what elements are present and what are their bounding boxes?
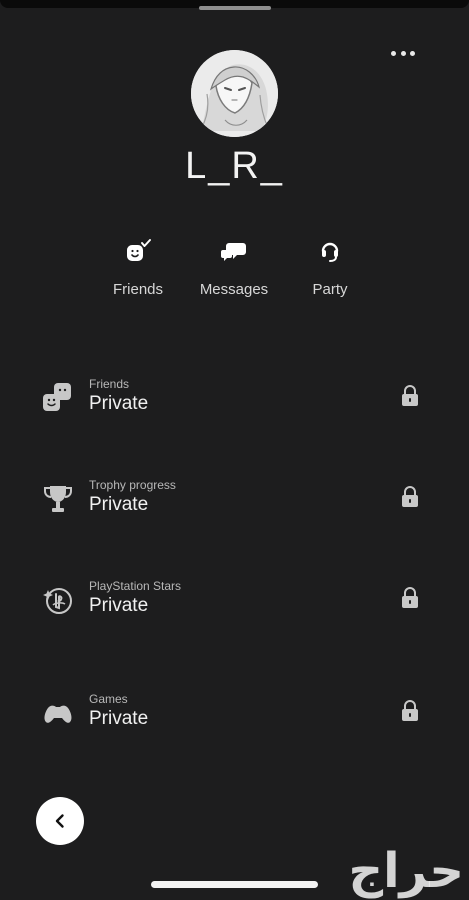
lock-icon xyxy=(402,587,418,608)
privacy-row-title: PlayStation Stars xyxy=(89,579,182,593)
privacy-row-playstation-stars[interactable]: PlayStation Stars Private xyxy=(40,578,420,634)
back-button[interactable] xyxy=(36,797,84,845)
privacy-row-title: Friends xyxy=(89,377,130,391)
gamepad-icon xyxy=(44,705,72,723)
profile-screen: L_R_ Friends Messages Party Friends Priv… xyxy=(0,0,469,900)
party-action-label: Party xyxy=(312,281,348,298)
party-headset-icon xyxy=(321,242,339,262)
more-dot-icon xyxy=(391,50,396,56)
privacy-row-trophy-progress[interactable]: Trophy progress Private xyxy=(40,477,420,533)
friend-added-icon xyxy=(127,239,151,261)
trophy-icon xyxy=(44,486,72,512)
more-options-button[interactable] xyxy=(391,48,415,58)
more-dot-icon xyxy=(410,50,415,56)
messages-action-label: Messages xyxy=(199,281,269,298)
lock-icon xyxy=(402,385,418,406)
watermark: حراج xyxy=(348,843,464,899)
lock-icon xyxy=(402,486,418,507)
friends-action-label: Friends xyxy=(112,281,164,298)
privacy-row-title: Games xyxy=(89,692,128,706)
privacy-row-games[interactable]: Games Private xyxy=(40,691,420,747)
privacy-row-title: Trophy progress xyxy=(89,478,176,492)
lock-icon xyxy=(402,700,418,721)
party-action[interactable]: Party xyxy=(285,236,375,298)
friends-action[interactable]: Friends xyxy=(93,236,183,298)
avatar[interactable] xyxy=(191,50,278,137)
privacy-row-value: Private xyxy=(89,708,149,729)
more-dot-icon xyxy=(400,50,406,56)
home-indicator xyxy=(151,881,318,888)
chevron-left-icon xyxy=(55,814,64,828)
username: L_R_ xyxy=(185,145,284,187)
privacy-row-value: Private xyxy=(89,494,149,515)
friends-icon xyxy=(43,383,71,411)
playstation-stars-icon xyxy=(43,588,72,614)
messages-action[interactable]: Messages xyxy=(189,236,279,298)
privacy-row-value: Private xyxy=(89,595,149,616)
avatar-image xyxy=(191,50,278,137)
privacy-row-friends[interactable]: Friends Private xyxy=(40,376,420,432)
privacy-row-value: Private xyxy=(89,393,149,414)
messages-icon xyxy=(221,243,246,261)
top-handle xyxy=(199,6,271,10)
